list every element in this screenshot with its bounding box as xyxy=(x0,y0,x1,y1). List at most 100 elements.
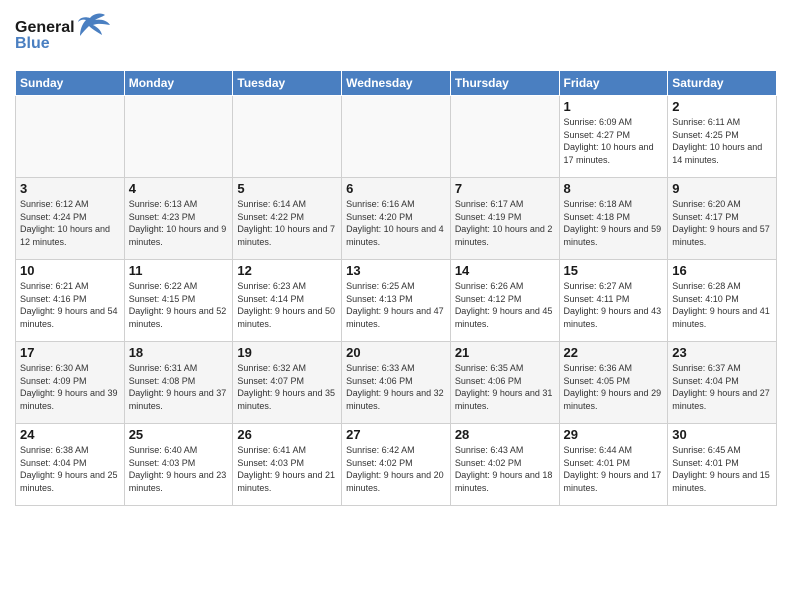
calendar-cell: 28 Sunrise: 6:43 AM Sunset: 4:02 PM Dayli… xyxy=(450,424,559,506)
day-info: Sunrise: 6:25 AM Sunset: 4:13 PM Dayligh… xyxy=(346,280,446,330)
weekday-header-sunday: Sunday xyxy=(16,71,125,96)
day-number: 14 xyxy=(455,263,555,278)
day-number: 7 xyxy=(455,181,555,196)
day-info: Sunrise: 6:16 AM Sunset: 4:20 PM Dayligh… xyxy=(346,198,446,248)
day-number: 19 xyxy=(237,345,337,360)
calendar-cell: 3Sunrise: 6:12 AM Sunset: 4:24 PM Daylig… xyxy=(16,178,125,260)
day-number: 11 xyxy=(129,263,229,278)
calendar-cell: 5 Sunrise: 6:14 AM Sunset: 4:22 PM Daylig… xyxy=(233,178,342,260)
weekday-header-friday: Friday xyxy=(559,71,668,96)
calendar-cell: 20 Sunrise: 6:33 AM Sunset: 4:06 PM Dayli… xyxy=(342,342,451,424)
day-number: 9 xyxy=(672,181,772,196)
day-number: 1 xyxy=(564,99,664,114)
day-number: 20 xyxy=(346,345,446,360)
calendar-cell: 12 Sunrise: 6:23 AM Sunset: 4:14 PM Dayli… xyxy=(233,260,342,342)
day-info: Sunrise: 6:35 AM Sunset: 4:06 PM Dayligh… xyxy=(455,362,555,412)
week-row-3: 17 Sunrise: 6:30 AM Sunset: 4:09 PM Dayli… xyxy=(16,342,777,424)
calendar-table: SundayMondayTuesdayWednesdayThursdayFrid… xyxy=(15,70,777,506)
day-number: 29 xyxy=(564,427,664,442)
day-number: 22 xyxy=(564,345,664,360)
day-number: 6 xyxy=(346,181,446,196)
calendar-cell: 14 Sunrise: 6:26 AM Sunset: 4:12 PM Dayli… xyxy=(450,260,559,342)
weekday-header-monday: Monday xyxy=(124,71,233,96)
day-info: Sunrise: 6:23 AM Sunset: 4:14 PM Dayligh… xyxy=(237,280,337,330)
weekday-header-thursday: Thursday xyxy=(450,71,559,96)
calendar-cell: 16 Sunrise: 6:28 AM Sunset: 4:10 PM Dayli… xyxy=(668,260,777,342)
day-info: Sunrise: 6:27 AM Sunset: 4:11 PM Dayligh… xyxy=(564,280,664,330)
calendar-cell: 22 Sunrise: 6:36 AM Sunset: 4:05 PM Dayli… xyxy=(559,342,668,424)
day-number: 13 xyxy=(346,263,446,278)
weekday-header-wednesday: Wednesday xyxy=(342,71,451,96)
day-number: 16 xyxy=(672,263,772,278)
day-number: 24 xyxy=(20,427,120,442)
day-number: 30 xyxy=(672,427,772,442)
day-info: Sunrise: 6:17 AM Sunset: 4:19 PM Dayligh… xyxy=(455,198,555,248)
day-info: Sunrise: 6:38 AM Sunset: 4:04 PM Dayligh… xyxy=(20,444,120,494)
day-info: Sunrise: 6:43 AM Sunset: 4:02 PM Dayligh… xyxy=(455,444,555,494)
day-info: Sunrise: 6:32 AM Sunset: 4:07 PM Dayligh… xyxy=(237,362,337,412)
calendar-cell: 21 Sunrise: 6:35 AM Sunset: 4:06 PM Dayli… xyxy=(450,342,559,424)
week-row-4: 24 Sunrise: 6:38 AM Sunset: 4:04 PM Dayli… xyxy=(16,424,777,506)
day-info: Sunrise: 6:20 AM Sunset: 4:17 PM Dayligh… xyxy=(672,198,772,248)
calendar-cell: 4Sunrise: 6:13 AM Sunset: 4:23 PM Daylig… xyxy=(124,178,233,260)
day-info: Sunrise: 6:09 AM Sunset: 4:27 PM Dayligh… xyxy=(564,116,664,166)
calendar-cell: 24 Sunrise: 6:38 AM Sunset: 4:04 PM Dayli… xyxy=(16,424,125,506)
day-info: Sunrise: 6:31 AM Sunset: 4:08 PM Dayligh… xyxy=(129,362,229,412)
day-number: 25 xyxy=(129,427,229,442)
day-info: Sunrise: 6:30 AM Sunset: 4:09 PM Dayligh… xyxy=(20,362,120,412)
day-info: Sunrise: 6:33 AM Sunset: 4:06 PM Dayligh… xyxy=(346,362,446,412)
day-number: 12 xyxy=(237,263,337,278)
day-info: Sunrise: 6:14 AM Sunset: 4:22 PM Dayligh… xyxy=(237,198,337,248)
calendar-cell xyxy=(233,96,342,178)
day-number: 18 xyxy=(129,345,229,360)
day-info: Sunrise: 6:36 AM Sunset: 4:05 PM Dayligh… xyxy=(564,362,664,412)
logo-text: General Blue xyxy=(15,10,125,60)
calendar-cell: 23 Sunrise: 6:37 AM Sunset: 4:04 PM Dayli… xyxy=(668,342,777,424)
day-number: 15 xyxy=(564,263,664,278)
day-info: Sunrise: 6:44 AM Sunset: 4:01 PM Dayligh… xyxy=(564,444,664,494)
calendar-cell: 26Sunrise: 6:41 AM Sunset: 4:03 PM Dayli… xyxy=(233,424,342,506)
day-info: Sunrise: 6:40 AM Sunset: 4:03 PM Dayligh… xyxy=(129,444,229,494)
calendar-cell: 2Sunrise: 6:11 AM Sunset: 4:25 PM Daylig… xyxy=(668,96,777,178)
calendar-cell: 7 Sunrise: 6:17 AM Sunset: 4:19 PM Daylig… xyxy=(450,178,559,260)
calendar-cell: 27 Sunrise: 6:42 AM Sunset: 4:02 PM Dayli… xyxy=(342,424,451,506)
day-info: Sunrise: 6:21 AM Sunset: 4:16 PM Dayligh… xyxy=(20,280,120,330)
day-number: 21 xyxy=(455,345,555,360)
day-number: 5 xyxy=(237,181,337,196)
calendar-cell xyxy=(342,96,451,178)
day-number: 3 xyxy=(20,181,120,196)
day-info: Sunrise: 6:42 AM Sunset: 4:02 PM Dayligh… xyxy=(346,444,446,494)
calendar-cell xyxy=(124,96,233,178)
calendar-cell: 11 Sunrise: 6:22 AM Sunset: 4:15 PM Dayli… xyxy=(124,260,233,342)
calendar-cell: 1 Sunrise: 6:09 AM Sunset: 4:27 PM Daylig… xyxy=(559,96,668,178)
week-row-1: 3Sunrise: 6:12 AM Sunset: 4:24 PM Daylig… xyxy=(16,178,777,260)
calendar-cell: 10 Sunrise: 6:21 AM Sunset: 4:16 PM Dayli… xyxy=(16,260,125,342)
day-info: Sunrise: 6:45 AM Sunset: 4:01 PM Dayligh… xyxy=(672,444,772,494)
calendar-cell: 19 Sunrise: 6:32 AM Sunset: 4:07 PM Dayli… xyxy=(233,342,342,424)
calendar-cell: 8 Sunrise: 6:18 AM Sunset: 4:18 PM Daylig… xyxy=(559,178,668,260)
calendar-cell: 18 Sunrise: 6:31 AM Sunset: 4:08 PM Dayli… xyxy=(124,342,233,424)
day-info: Sunrise: 6:26 AM Sunset: 4:12 PM Dayligh… xyxy=(455,280,555,330)
day-info: Sunrise: 6:22 AM Sunset: 4:15 PM Dayligh… xyxy=(129,280,229,330)
svg-text:Blue: Blue xyxy=(15,35,50,52)
day-number: 26 xyxy=(237,427,337,442)
day-info: Sunrise: 6:18 AM Sunset: 4:18 PM Dayligh… xyxy=(564,198,664,248)
day-number: 8 xyxy=(564,181,664,196)
day-number: 23 xyxy=(672,345,772,360)
calendar-cell: 15 Sunrise: 6:27 AM Sunset: 4:11 PM Dayli… xyxy=(559,260,668,342)
day-number: 10 xyxy=(20,263,120,278)
day-info: Sunrise: 6:28 AM Sunset: 4:10 PM Dayligh… xyxy=(672,280,772,330)
day-number: 27 xyxy=(346,427,446,442)
svg-text:General: General xyxy=(15,19,75,36)
calendar-cell: 25 Sunrise: 6:40 AM Sunset: 4:03 PM Dayli… xyxy=(124,424,233,506)
day-number: 28 xyxy=(455,427,555,442)
day-info: Sunrise: 6:37 AM Sunset: 4:04 PM Dayligh… xyxy=(672,362,772,412)
week-row-2: 10 Sunrise: 6:21 AM Sunset: 4:16 PM Dayli… xyxy=(16,260,777,342)
weekday-header-saturday: Saturday xyxy=(668,71,777,96)
calendar-cell: 9 Sunrise: 6:20 AM Sunset: 4:17 PM Daylig… xyxy=(668,178,777,260)
page-container: General Blue SundayMondayTuesdayWednesda… xyxy=(0,0,792,516)
weekday-header-tuesday: Tuesday xyxy=(233,71,342,96)
week-row-0: 1 Sunrise: 6:09 AM Sunset: 4:27 PM Daylig… xyxy=(16,96,777,178)
page-header: General Blue xyxy=(15,10,777,60)
day-number: 17 xyxy=(20,345,120,360)
